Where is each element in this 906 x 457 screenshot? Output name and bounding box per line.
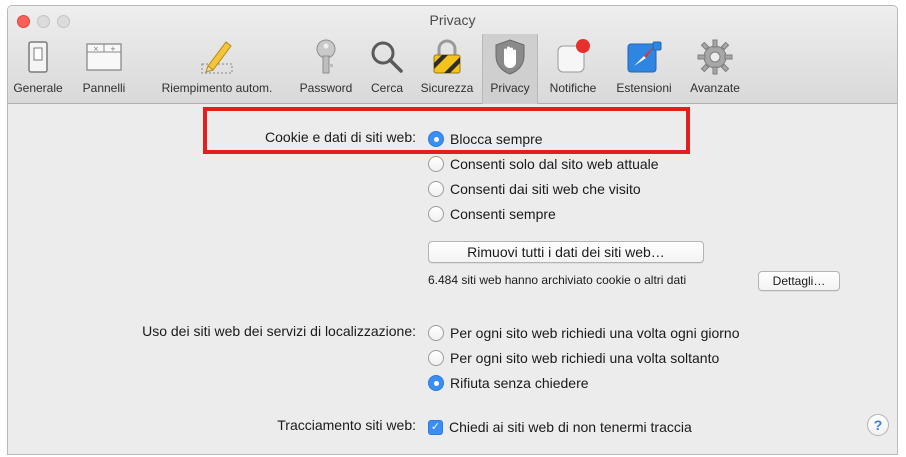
tab-cerca[interactable]: Cerca [363,34,411,104]
magnifier-icon [371,41,403,73]
cookies-option-visited-sites[interactable]: Consenti dai siti web che visito [428,179,641,199]
tab-privacy[interactable]: Privacy [482,34,538,104]
tabs-icon: × + [86,43,122,71]
tab-privacy-label: Privacy [490,81,530,95]
general-switch-icon [28,41,48,73]
key-icon [316,39,336,74]
tab-notifiche[interactable]: Notifiche [539,34,607,104]
radio-unselected[interactable] [428,156,444,172]
stored-data-info: 6.484 siti web hanno archiviato cookie o… [428,273,687,287]
location-option-once-only[interactable]: Per ogni sito web richiedi una volta sol… [428,348,719,368]
tab-password-label: Password [299,81,353,95]
location-option-once-a-day[interactable]: Per ogni sito web richiedi una volta ogn… [428,323,740,343]
help-button[interactable]: ? [867,414,889,436]
tab-pannelli[interactable]: × + Pannelli [70,34,138,104]
tab-avanzate-label: Avanzate [690,81,740,95]
tab-riempimento-label: Riempimento autom. [161,81,273,95]
option-label: Consenti sempre [450,206,556,222]
window-title: Privacy [429,12,476,28]
radio-unselected[interactable] [428,350,444,366]
compass-icon [627,41,662,73]
option-label: Consenti solo dal sito web attuale [450,156,659,172]
cookies-option-always-allow[interactable]: Consenti sempre [428,204,556,224]
tab-generale[interactable]: Generale [8,34,68,104]
annotation-highlight-box [203,107,690,154]
details-button[interactable]: Dettagli… [758,271,840,291]
location-option-deny[interactable]: Rifiuta senza chiedere [428,373,589,393]
svg-text:×: × [93,45,99,53]
radio-unselected[interactable] [428,181,444,197]
option-label: Rifiuta senza chiedere [450,375,589,391]
tab-notifiche-label: Notifiche [549,81,597,95]
tab-sicurezza[interactable]: Sicurezza [413,34,481,104]
option-label: Per ogni sito web richiedi una volta ogn… [450,325,740,341]
radio-unselected[interactable] [428,325,444,341]
checkbox-checked[interactable]: ✓ [428,419,443,435]
tab-pannelli-label: Pannelli [82,81,126,95]
title-bar: Privacy Generale × + Pannelli Riempiment… [8,6,897,104]
cookies-option-current-site[interactable]: Consenti solo dal sito web attuale [428,154,659,174]
radio-selected[interactable] [428,375,444,391]
hand-icon [495,39,525,75]
svg-text:+: + [110,45,116,53]
tab-riempimento[interactable]: Riempimento autom. [144,34,290,104]
tab-cerca-label: Cerca [370,81,403,95]
preferences-window: Privacy Generale × + Pannelli Riempiment… [7,5,898,455]
checkbox-label: Chiedi ai siti web di non tenermi tracci… [449,419,692,435]
tab-estensioni[interactable]: Estensioni [608,34,680,104]
do-not-track-option[interactable]: ✓ Chiedi ai siti web di non tenermi trac… [428,417,692,437]
option-label: Consenti dai siti web che visito [450,181,641,197]
location-services-label: Uso dei siti web dei servizi di localizz… [142,323,416,339]
tab-password[interactable]: Password [291,34,361,104]
radio-unselected[interactable] [428,206,444,222]
notification-badge-icon [557,39,590,73]
option-label: Per ogni sito web richiedi una volta sol… [450,350,720,366]
preferences-toolbar: Generale × + Pannelli Riempimento autom.… [8,34,897,104]
remove-all-website-data-button[interactable]: Rimuovi tutti i dati dei siti web… [428,241,704,263]
tracking-label: Tracciamento siti web: [277,417,416,433]
tab-avanzate[interactable]: Avanzate [682,34,748,104]
gear-icon [697,39,733,75]
pencil-icon [201,41,233,74]
tab-estensioni-label: Estensioni [616,81,672,95]
padlock-icon [433,39,461,74]
tab-generale-label: Generale [13,81,63,95]
tab-sicurezza-label: Sicurezza [420,81,474,95]
privacy-pane: Cookie e dati di siti web: Blocca sempre… [8,105,897,454]
